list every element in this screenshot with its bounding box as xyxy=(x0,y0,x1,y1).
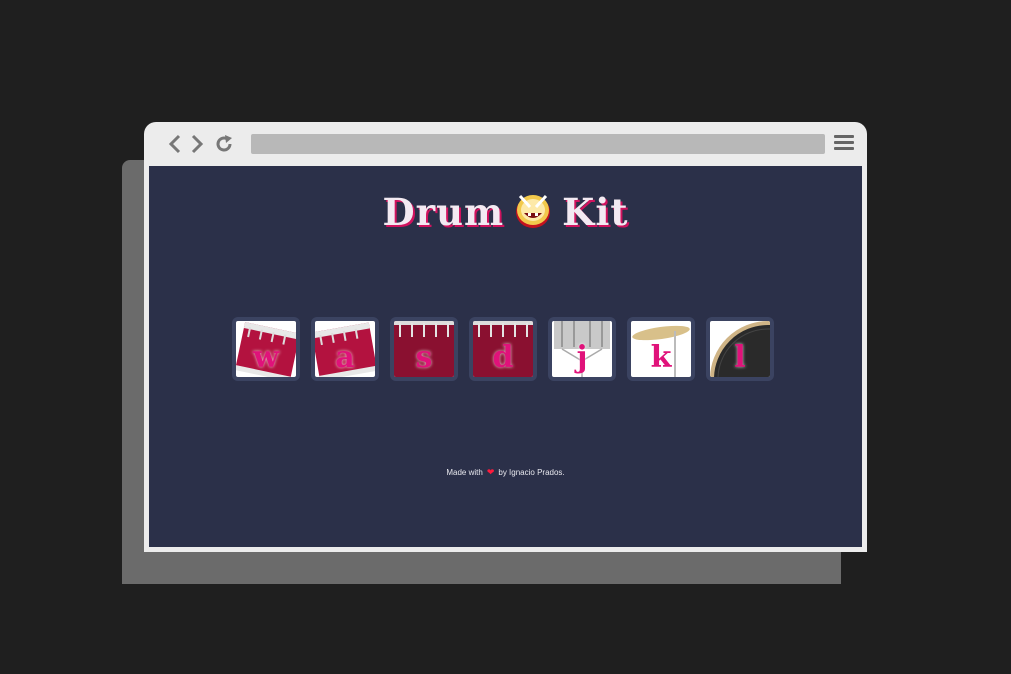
drum-key-d[interactable]: d xyxy=(469,317,537,381)
key-letter: a xyxy=(335,340,355,375)
floor-tom-image: d xyxy=(473,321,533,377)
key-letter: l xyxy=(734,340,746,375)
crash-cymbal-image: k xyxy=(631,321,691,377)
title-word-kit: Kit xyxy=(562,189,629,234)
drum-keys-row: w a s d j k l xyxy=(232,317,774,381)
bass-drum-image: l xyxy=(710,321,770,377)
tom-drum-image: a xyxy=(315,321,375,377)
browser-toolbar xyxy=(144,122,867,166)
footer-credit: Made with ❤ by Ignacio Prados. xyxy=(149,467,862,478)
key-letter: w xyxy=(253,340,279,375)
drum-key-w[interactable]: w xyxy=(232,317,300,381)
snare-drum-image: j xyxy=(552,321,612,377)
hamburger-menu-icon[interactable] xyxy=(834,135,854,153)
key-letter: s xyxy=(415,340,433,375)
floor-tom-image: s xyxy=(394,321,454,377)
page-title: Drum Kit xyxy=(149,186,862,234)
drum-key-l[interactable]: l xyxy=(706,317,774,381)
back-arrow-icon[interactable] xyxy=(164,132,186,156)
tom-drum-image: w xyxy=(236,321,296,377)
reload-icon[interactable] xyxy=(213,132,235,156)
drum-key-j[interactable]: j xyxy=(548,317,616,381)
page-viewport: Drum Kit w a s d j k l Made with ❤ by Ig… xyxy=(149,166,862,547)
footer-author: by Ignacio Prados. xyxy=(498,468,565,477)
key-letter: j xyxy=(576,340,588,375)
drum-key-s[interactable]: s xyxy=(390,317,458,381)
browser-window: Drum Kit w a s d j k l Made with ❤ by Ig… xyxy=(144,122,867,552)
key-letter: d xyxy=(492,340,514,375)
drum-face-emoji-icon xyxy=(514,191,552,229)
forward-arrow-icon[interactable] xyxy=(186,132,208,156)
title-word-drum: Drum xyxy=(382,189,505,234)
footer-made-with: Made with xyxy=(446,468,483,477)
drum-key-a[interactable]: a xyxy=(311,317,379,381)
drum-key-k[interactable]: k xyxy=(627,317,695,381)
key-letter: k xyxy=(650,340,672,375)
heart-icon: ❤ xyxy=(486,467,495,477)
address-bar[interactable] xyxy=(251,134,825,154)
